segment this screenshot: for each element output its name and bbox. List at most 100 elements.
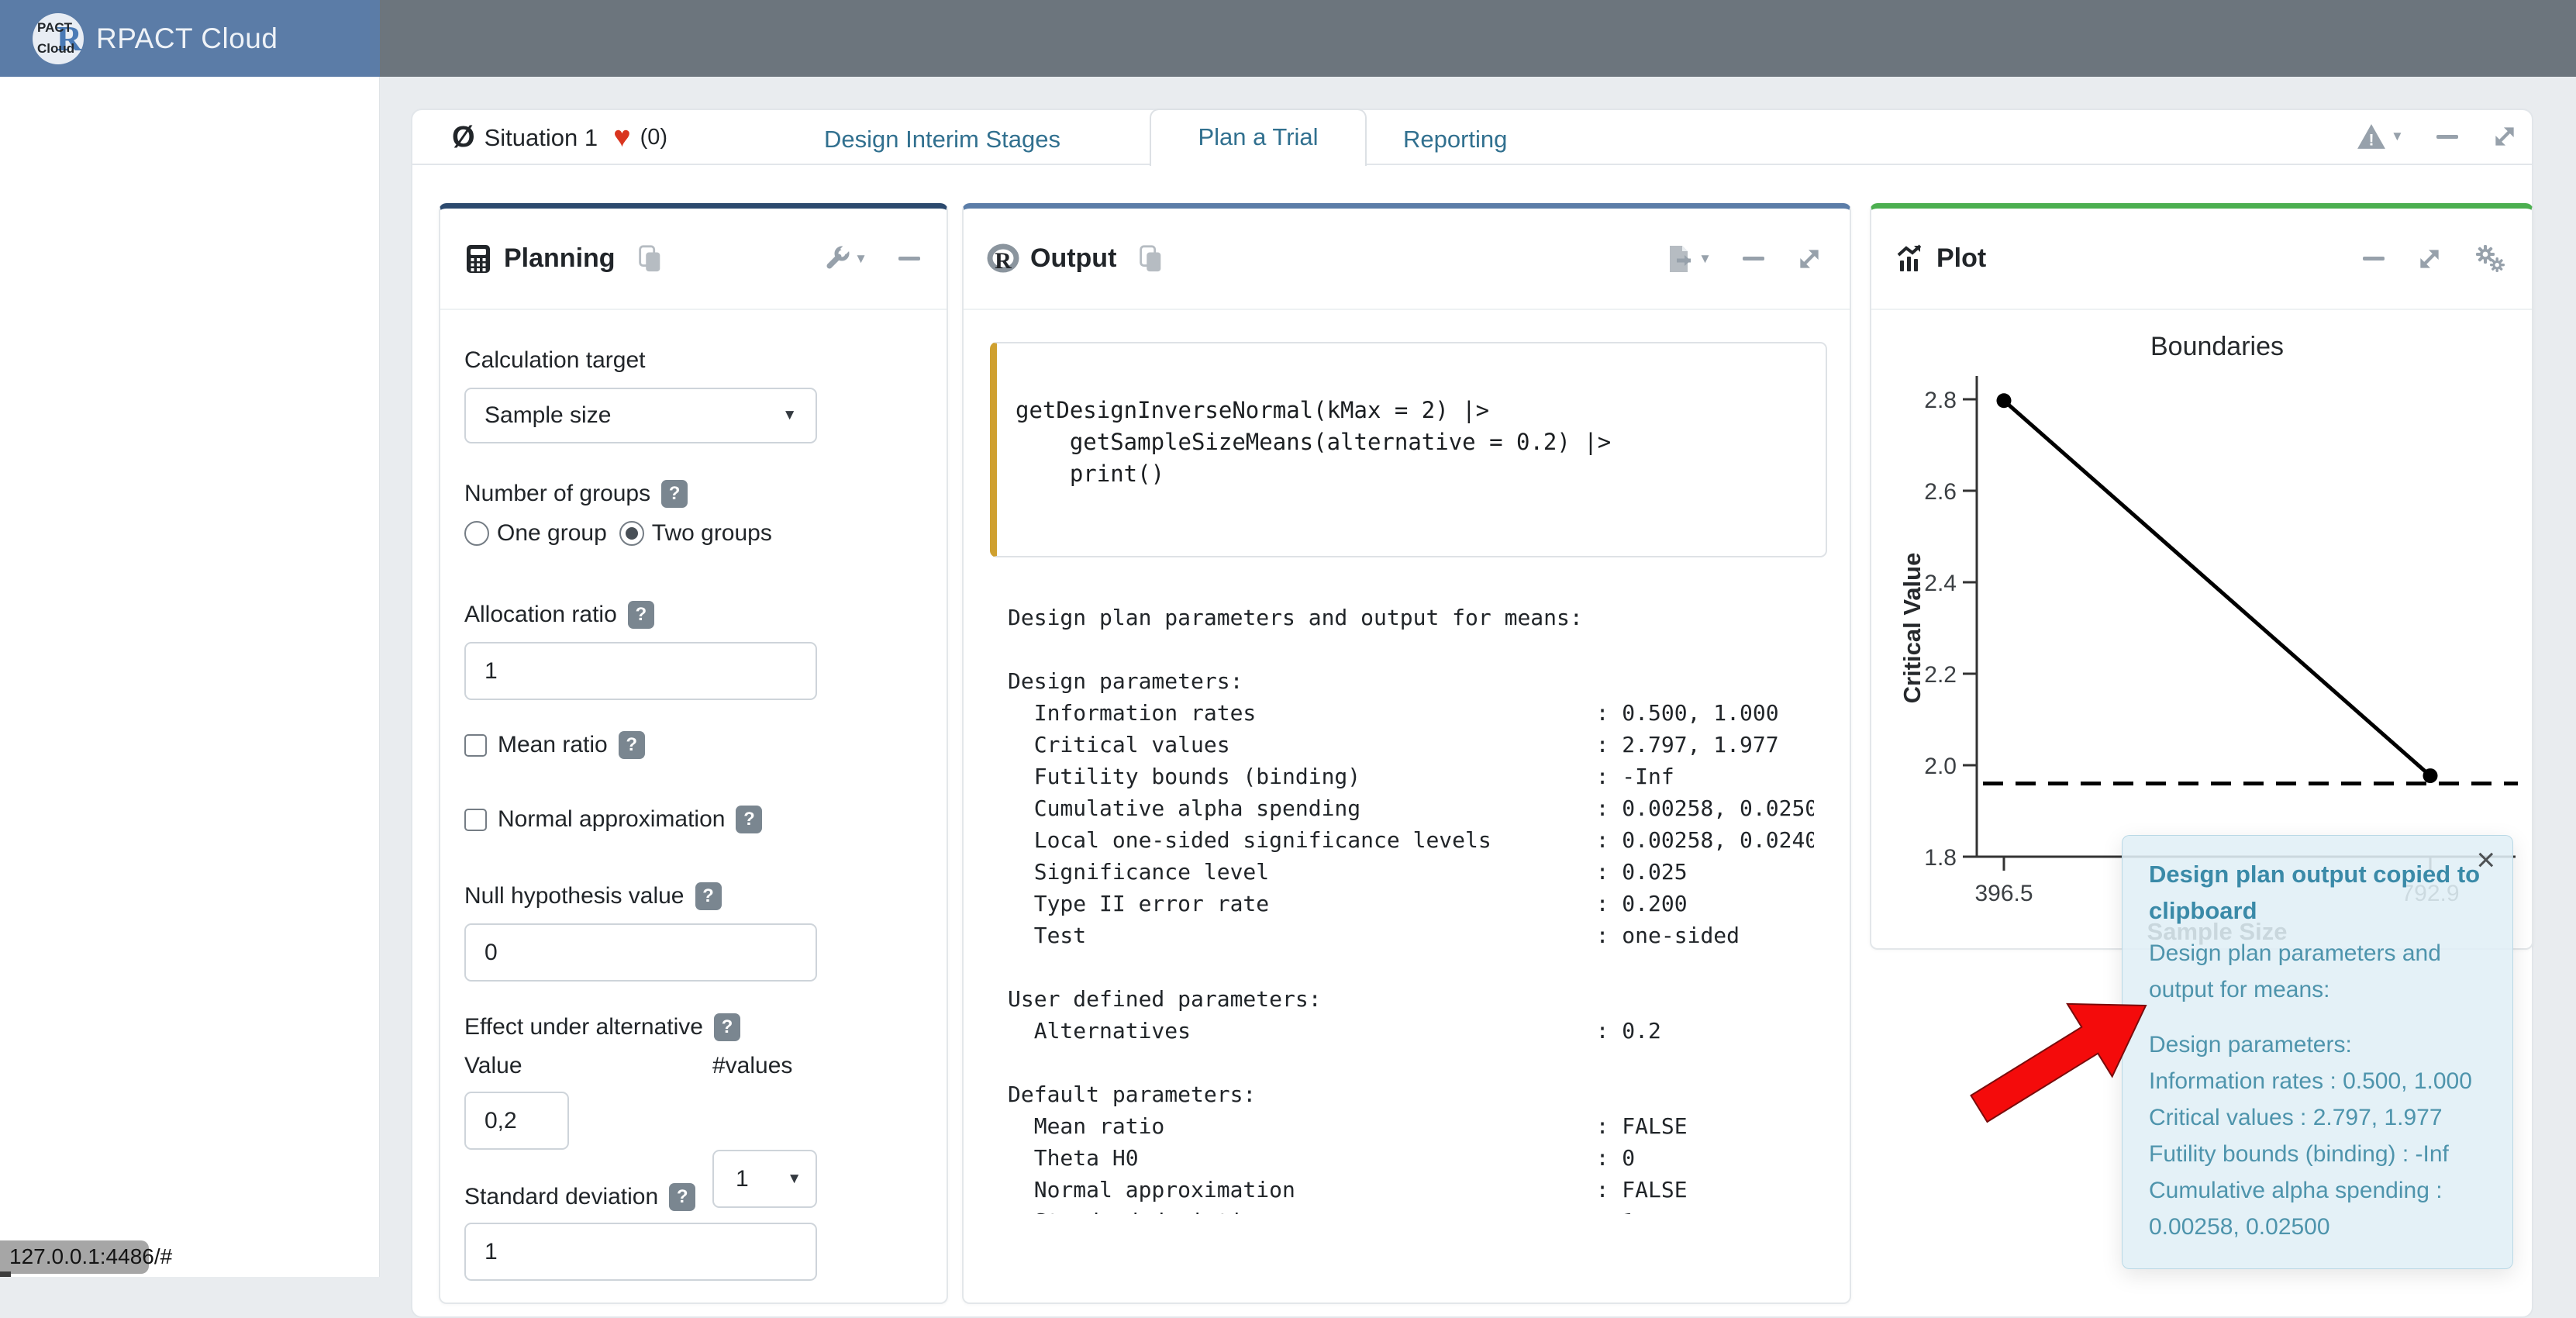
app-logo: R PACT Cloud — [33, 13, 84, 64]
expand-icon[interactable] — [1795, 245, 1823, 273]
toast-line: Cumulative alpha spending : 0.00258, 0.0… — [2149, 1172, 2485, 1245]
logo-text-top: PACT — [37, 20, 72, 36]
radio-two-groups-label: Two groups — [652, 519, 772, 548]
output-panel-header: R Output ▼ — [964, 209, 1850, 310]
allocation-ratio-label: Allocation ratio? — [464, 600, 922, 630]
status-url: 127.0.0.1:4486/# — [0, 1240, 149, 1274]
radio-one-group-label: One group — [497, 519, 607, 548]
normal-approximation-checkbox[interactable] — [464, 809, 487, 831]
tab-underline — [412, 164, 2532, 165]
svg-text:R: R — [995, 248, 1012, 274]
radio-one-group[interactable] — [464, 521, 489, 546]
expand-icon[interactable] — [2491, 122, 2519, 150]
copy-icon[interactable] — [1136, 244, 1164, 274]
tab-reporting[interactable]: Reporting — [1403, 126, 1507, 154]
radio-two-groups[interactable] — [619, 521, 644, 546]
caret-down-icon: ▼ — [854, 251, 867, 267]
svg-text:396.5: 396.5 — [1974, 881, 2033, 906]
standard-deviation-label: Standard deviation? — [464, 1182, 922, 1212]
wrench-icon — [823, 246, 850, 272]
help-badge-icon[interactable]: ? — [661, 480, 688, 508]
warning-icon: ! — [2357, 122, 2386, 150]
effect-under-alternative-label: Effect under alternative? — [464, 1013, 922, 1042]
toast-line — [2149, 1008, 2485, 1026]
tab-plan-a-trial[interactable]: Plan a Trial — [1150, 109, 1367, 166]
planning-form: Calculation target Sample size ▼ Number … — [440, 310, 947, 1281]
help-badge-icon[interactable]: ? — [714, 1013, 740, 1041]
svg-text:2.8: 2.8 — [1924, 388, 1957, 413]
null-hypothesis-label: Null hypothesis value? — [464, 882, 922, 911]
help-badge-icon[interactable]: ? — [619, 731, 645, 759]
mean-ratio-checkbox[interactable] — [464, 734, 487, 757]
svg-text:!: ! — [2368, 132, 2374, 150]
svg-text:Critical Value: Critical Value — [1898, 553, 1926, 704]
value-label: Value — [464, 1051, 522, 1081]
toast-line: Futility bounds (binding) : -Inf — [2149, 1136, 2485, 1172]
normal-approximation-label: Normal approximation — [498, 805, 725, 834]
number-of-groups-label: Number of groups? — [464, 479, 922, 509]
help-badge-icon[interactable]: ? — [695, 882, 722, 910]
toast-line: Design plan parameters and output for me… — [2149, 935, 2485, 1008]
standard-deviation-input[interactable] — [464, 1223, 817, 1281]
null-hypothesis-input[interactable] — [464, 923, 817, 982]
app-header: R PACT Cloud RPACT Cloud — [0, 0, 380, 77]
tab-design-interim-stages[interactable]: Design Interim Stages — [824, 126, 1060, 154]
num-values-label: #values — [712, 1051, 792, 1081]
logo-text-bottom: Cloud — [37, 41, 74, 57]
chart-line-icon — [1895, 243, 1926, 274]
help-badge-icon[interactable]: ? — [628, 601, 654, 629]
caret-down-icon: ▼ — [782, 407, 797, 424]
svg-text:2.2: 2.2 — [1924, 662, 1957, 688]
favorites-count: (0) — [640, 125, 667, 150]
planning-panel: Planning ▼ Calculation target Sample siz… — [439, 203, 948, 1304]
calculator-icon — [464, 244, 493, 274]
plot-title: Plot — [1936, 243, 1986, 274]
num-values-select[interactable]: 1 ▼ — [712, 1150, 817, 1208]
planning-title: Planning — [504, 243, 616, 274]
collapse-icon[interactable] — [1743, 257, 1764, 260]
tab-situation[interactable]: Ø Situation 1 ♥ (0) — [452, 121, 667, 154]
copy-icon[interactable] — [636, 244, 664, 274]
help-badge-icon[interactable]: ? — [669, 1183, 695, 1211]
sidebar — [0, 77, 380, 1277]
caret-down-icon: ▼ — [2391, 129, 2404, 144]
r-logo-icon: R — [987, 243, 1019, 274]
calculation-target-label: Calculation target — [464, 346, 922, 375]
heart-icon[interactable]: ♥ — [613, 121, 631, 154]
toast-title: Design plan output copied to clipboard — [2149, 856, 2490, 929]
settings-gears-icon[interactable] — [2474, 244, 2505, 274]
svg-text:2.6: 2.6 — [1924, 479, 1957, 505]
caret-down-icon: ▼ — [787, 1171, 802, 1188]
svg-text:Boundaries: Boundaries — [2150, 332, 2284, 361]
tools-dropdown[interactable]: ▼ — [823, 246, 867, 272]
effect-value-input[interactable] — [464, 1092, 569, 1150]
r-code-block[interactable]: getDesignInverseNormal(kMax = 2) |> getS… — [990, 342, 1827, 557]
export-dropdown[interactable]: ▼ — [1664, 243, 1712, 274]
file-export-icon — [1664, 243, 1694, 274]
collapse-icon[interactable] — [898, 257, 920, 260]
toast-line: Information rates : 0.500, 1.000 — [2149, 1063, 2485, 1099]
svg-text:2.0: 2.0 — [1924, 754, 1957, 779]
output-panel: R Output ▼ getDesig — [962, 203, 1851, 1304]
help-badge-icon[interactable]: ? — [736, 806, 762, 833]
expand-icon[interactable] — [2416, 245, 2443, 273]
app-title: RPACT Cloud — [96, 22, 278, 55]
toast-notification: Design plan output copied to clipboard ×… — [2122, 835, 2513, 1269]
toast-line: Critical values : 2.797, 1.977 — [2149, 1099, 2485, 1136]
calculation-target-select[interactable]: Sample size ▼ — [464, 388, 817, 443]
mean-ratio-label: Mean ratio — [498, 730, 608, 760]
warnings-dropdown[interactable]: ! ▼ — [2357, 122, 2404, 150]
red-arrow-annotation — [1938, 969, 2171, 1140]
status-strip — [0, 1271, 11, 1277]
allocation-ratio-input[interactable] — [464, 642, 817, 700]
null-set-icon: Ø — [452, 121, 475, 154]
caret-down-icon: ▼ — [1698, 251, 1712, 267]
top-bar — [380, 0, 2576, 77]
r-output-text: Design plan parameters and output for me… — [1008, 602, 1814, 1214]
calculation-target-value: Sample size — [485, 402, 611, 429]
close-icon[interactable]: × — [2476, 844, 2495, 876]
collapse-icon[interactable] — [2363, 257, 2385, 260]
toast-line: Design parameters: — [2149, 1026, 2485, 1063]
collapse-icon[interactable] — [2436, 135, 2458, 139]
svg-text:1.8: 1.8 — [1924, 845, 1957, 871]
